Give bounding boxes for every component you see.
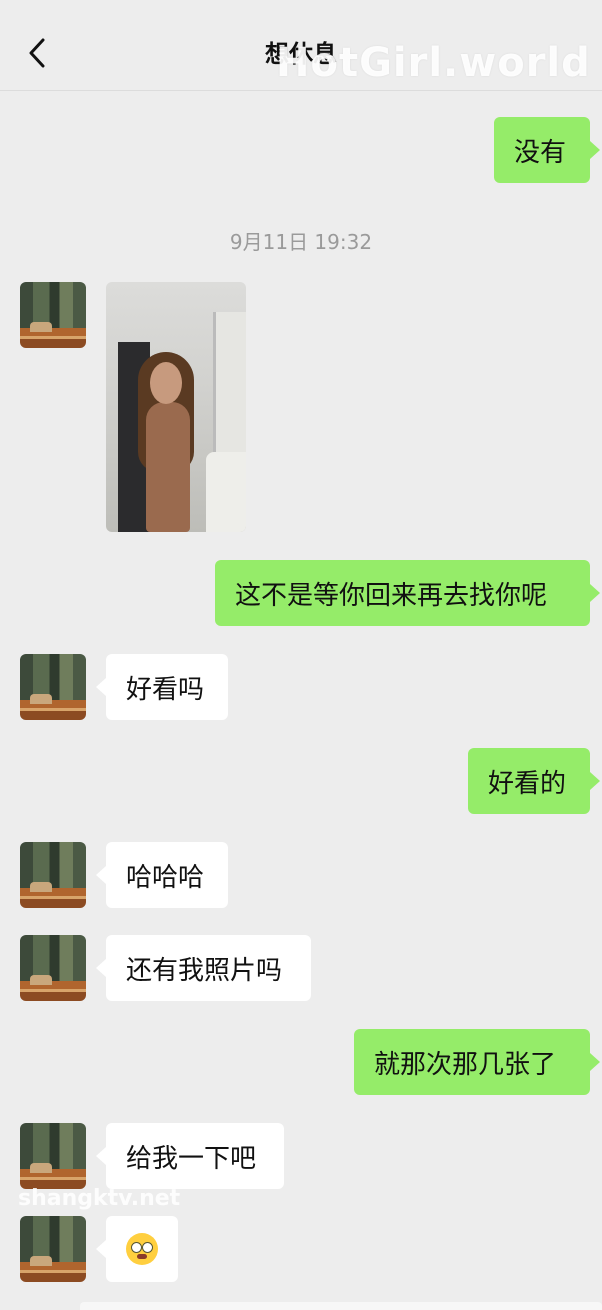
message-timestamp: 9月11日 19:32 <box>229 230 373 254</box>
photo-window <box>213 312 246 462</box>
flushed-face-icon <box>126 1233 158 1265</box>
chat-title: 想休息 <box>265 40 337 68</box>
contact-avatar[interactable] <box>20 935 86 1001</box>
message-bubble-emoji[interactable] <box>96 1216 178 1282</box>
message-bubble-in[interactable]: 哈哈哈 <box>96 842 228 908</box>
input-bar-edge <box>80 1302 602 1310</box>
photo-sofa <box>206 452 246 532</box>
message-bubble-in[interactable]: 好看吗 <box>96 654 228 720</box>
message-bubble-in[interactable]: 还有我照片吗 <box>96 935 311 1001</box>
watermark-bottom: shangktv.net <box>18 1186 181 1211</box>
photo-figure-body <box>146 402 190 532</box>
contact-avatar[interactable] <box>20 654 86 720</box>
image-message[interactable] <box>106 282 246 532</box>
contact-avatar[interactable] <box>20 1123 86 1189</box>
contact-avatar[interactable] <box>20 842 86 908</box>
message-bubble-out[interactable]: 就那次那几张了 <box>354 1029 600 1095</box>
chat-header: 想休息 <box>0 0 602 91</box>
message-bubble-out[interactable]: 好看的 <box>468 748 600 814</box>
message-bubble-in[interactable]: 给我一下吧 <box>96 1123 284 1189</box>
message-bubble-out[interactable]: 这不是等你回来再去找你呢 <box>215 560 600 626</box>
photo-figure-face <box>150 362 182 404</box>
message-bubble-out[interactable]: 没有 <box>494 117 600 183</box>
contact-avatar[interactable] <box>20 282 86 348</box>
contact-avatar[interactable] <box>20 1216 86 1282</box>
